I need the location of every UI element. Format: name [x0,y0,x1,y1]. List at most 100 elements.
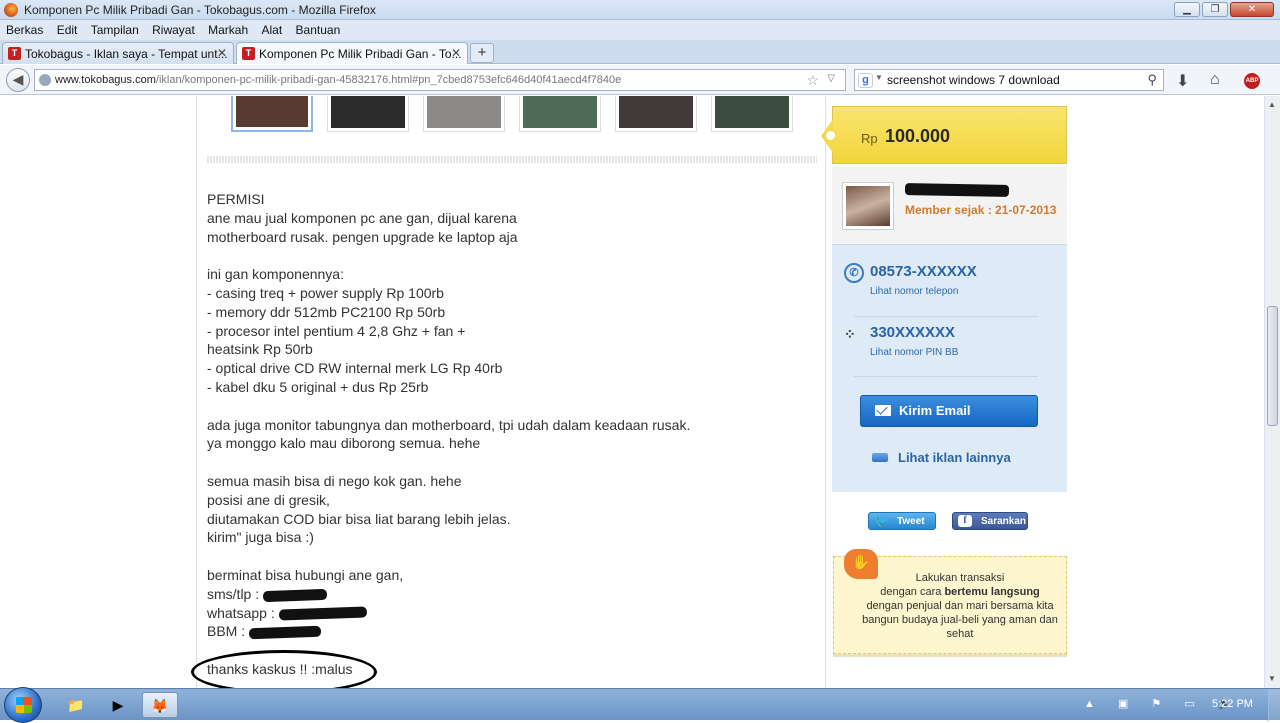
window-titlebar: Komponen Pc Milik Pribadi Gan - Tokobagu… [0,0,1280,20]
price-tag: Rp 100.000 [821,106,1067,164]
menu-alat[interactable]: Alat [256,20,283,37]
url-bar[interactable]: www.tokobagus.com/iklan/komponen-pc-mili… [34,69,846,91]
phone-row: ✆ 08573-XXXXXX Lihat nomor telepon [844,263,977,297]
new-tab-button[interactable]: + [470,43,494,63]
thumbnail-image [715,96,789,128]
url-path: /iklan/komponen-pc-milik-pribadi-gan-458… [155,74,622,86]
show-phone-link[interactable]: Lihat nomor telepon [870,286,977,297]
envelope-icon [875,405,891,416]
price-currency: Rp [861,131,878,146]
listing-content: PERMISI ane mau jual komponen pc ane gan… [191,96,826,688]
contact-panel: ✆ 08573-XXXXXX Lihat nomor telepon ⁘ 330… [832,244,1067,492]
bb-pin: 330XXXXXX [870,324,956,341]
engine-dropdown-icon[interactable]: ▼ [875,73,883,82]
url-host: www.tokobagus.com [55,74,156,86]
adblock-plus-icon[interactable]: ABP [1244,73,1260,89]
thumbnail-3[interactable] [423,96,505,132]
show-pin-link[interactable]: Lihat nomor PIN BB [870,347,958,358]
menu-berkas[interactable]: Berkas [0,20,43,37]
safety-rest: dengan penjual dan mari bersama kita ban… [862,600,1058,640]
explorer-taskbar-icon[interactable]: 📁 [58,692,94,718]
tab-komponen-pc[interactable]: T Komponen Pc Milik Pribadi Gan - To... … [236,42,468,64]
menu-markah[interactable]: Markah [202,20,248,37]
safety-line2-pre: dengan cara [880,586,945,598]
scroll-down-arrow-icon[interactable]: ▼ [1268,674,1276,683]
show-desktop-button[interactable] [1268,689,1280,721]
thumbnail-1[interactable] [231,96,313,132]
tab-iklan-saya[interactable]: T Tokobagus - Iklan saya - Tempat unt...… [2,42,234,64]
close-tab-icon[interactable]: ✕ [217,46,227,60]
menu-edit[interactable]: Edit [51,20,78,37]
search-input[interactable]: screenshot windows 7 download [887,73,1060,87]
search-box[interactable]: g ▼ screenshot windows 7 download ⚲ [854,69,1164,91]
photo-thumbnails [231,96,793,136]
share-label: Sarankan [981,516,1027,527]
seller-name-redacted [904,183,1010,197]
safety-line2: dengan cara bertemu langsung [858,585,1062,599]
close-tab-icon[interactable]: ✕ [451,46,461,60]
pin-row: ⁘ 330XXXXXX Lihat nomor PIN BB [844,324,958,358]
more-ads-icon [872,453,888,462]
firefox-taskbar-icon[interactable]: 🦊 [142,692,178,718]
redaction-scribble [248,625,322,640]
media-player-taskbar-icon[interactable]: ▶ [100,692,136,718]
send-email-button[interactable]: Kirim Email [860,395,1038,427]
member-since: Member sejak : 21-07-2013 [905,203,1057,217]
thumbnail-6[interactable] [711,96,793,132]
menu-riwayat[interactable]: Riwayat [146,20,195,37]
seller-card: Member sejak : 21-07-2013 [832,166,1067,244]
back-button[interactable]: ◀ [6,68,30,92]
navigation-toolbar: ◀ www.tokobagus.com/iklan/komponen-pc-mi… [0,65,1280,95]
downloads-icon[interactable]: ⬇ [1176,71,1189,91]
hand-drawn-circle [191,650,377,688]
firefox-logo-icon [4,3,18,17]
windows-taskbar: 📁 ▶ 🦊 ▲ ▣ ⚑ ▭ 🔊 5:22 PM [0,687,1280,723]
thumbnail-image [523,96,597,128]
scrollbar-thumb[interactable] [1267,306,1278,426]
bookmark-star-icon[interactable]: ☆ [806,72,819,89]
thumbnail-2[interactable] [327,96,409,132]
facebook-share-button[interactable]: f Sarankan [952,512,1028,530]
thumbnail-image [427,96,501,128]
desc-bbm-label: BBM : [207,623,250,640]
thumbnail-image [331,96,405,128]
thumbnail-5[interactable] [615,96,697,132]
desc-intro: ane mau jual komponen pc ane gan, dijual… [207,209,518,245]
home-icon[interactable]: ⌂ [1210,71,1220,89]
safety-line1: Lakukan transaksi [915,572,1005,584]
twitter-bird-icon: 🐦 [874,514,889,528]
send-email-label: Kirim Email [899,403,971,418]
redaction-scribble [278,606,367,621]
url-history-dropdown-icon[interactable]: ▽ [827,73,835,84]
phone-icon: ✆ [844,263,864,283]
google-search-engine-icon[interactable]: g [858,73,873,88]
phone-number: 08573-XXXXXX [870,263,977,280]
desc-nego: semua masih bisa di nego kok gan. hehe p… [207,472,511,546]
menu-bantuan[interactable]: Bantuan [290,20,341,37]
start-button[interactable] [4,687,42,723]
window-title: Komponen Pc Milik Pribadi Gan - Tokobagu… [24,3,376,17]
minimize-button[interactable]: ▁ [1174,2,1200,17]
more-ads-link[interactable]: Lihat iklan lainnya [872,450,1011,465]
scroll-up-arrow-icon[interactable]: ▲ [1268,100,1276,109]
site-identity-icon[interactable] [39,74,51,86]
taskbar-clock[interactable]: 5:22 PM [1212,698,1253,710]
windows-logo-icon [16,697,32,713]
desc-greeting: PERMISI [207,191,265,207]
search-magnifier-icon[interactable]: ⚲ [1147,72,1157,88]
more-ads-label: Lihat iklan lainnya [898,450,1011,465]
seller-avatar[interactable] [842,182,894,230]
close-window-button[interactable]: ✕ [1230,2,1274,17]
price-tag-hole [826,131,835,140]
page-viewport: PERMISI ane mau jual komponen pc ane gan… [0,96,1264,688]
tweet-button[interactable]: 🐦 Tweet [868,512,936,530]
desc-list-header: ini gan komponennya: [207,266,344,283]
vertical-scrollbar[interactable]: ▲ ▼ [1264,96,1280,688]
menu-tampilan[interactable]: Tampilan [85,20,139,37]
maximize-button[interactable]: ❐ [1202,2,1228,17]
window-controls: ▁ ❐ ✕ [1174,2,1274,17]
listing-description: PERMISI ane mau jual komponen pc ane gan… [207,190,690,679]
desc-extra: ada juga monitor tabungnya dan motherboa… [207,416,691,452]
thumbnail-4[interactable] [519,96,601,132]
redaction-scribble [262,588,328,602]
